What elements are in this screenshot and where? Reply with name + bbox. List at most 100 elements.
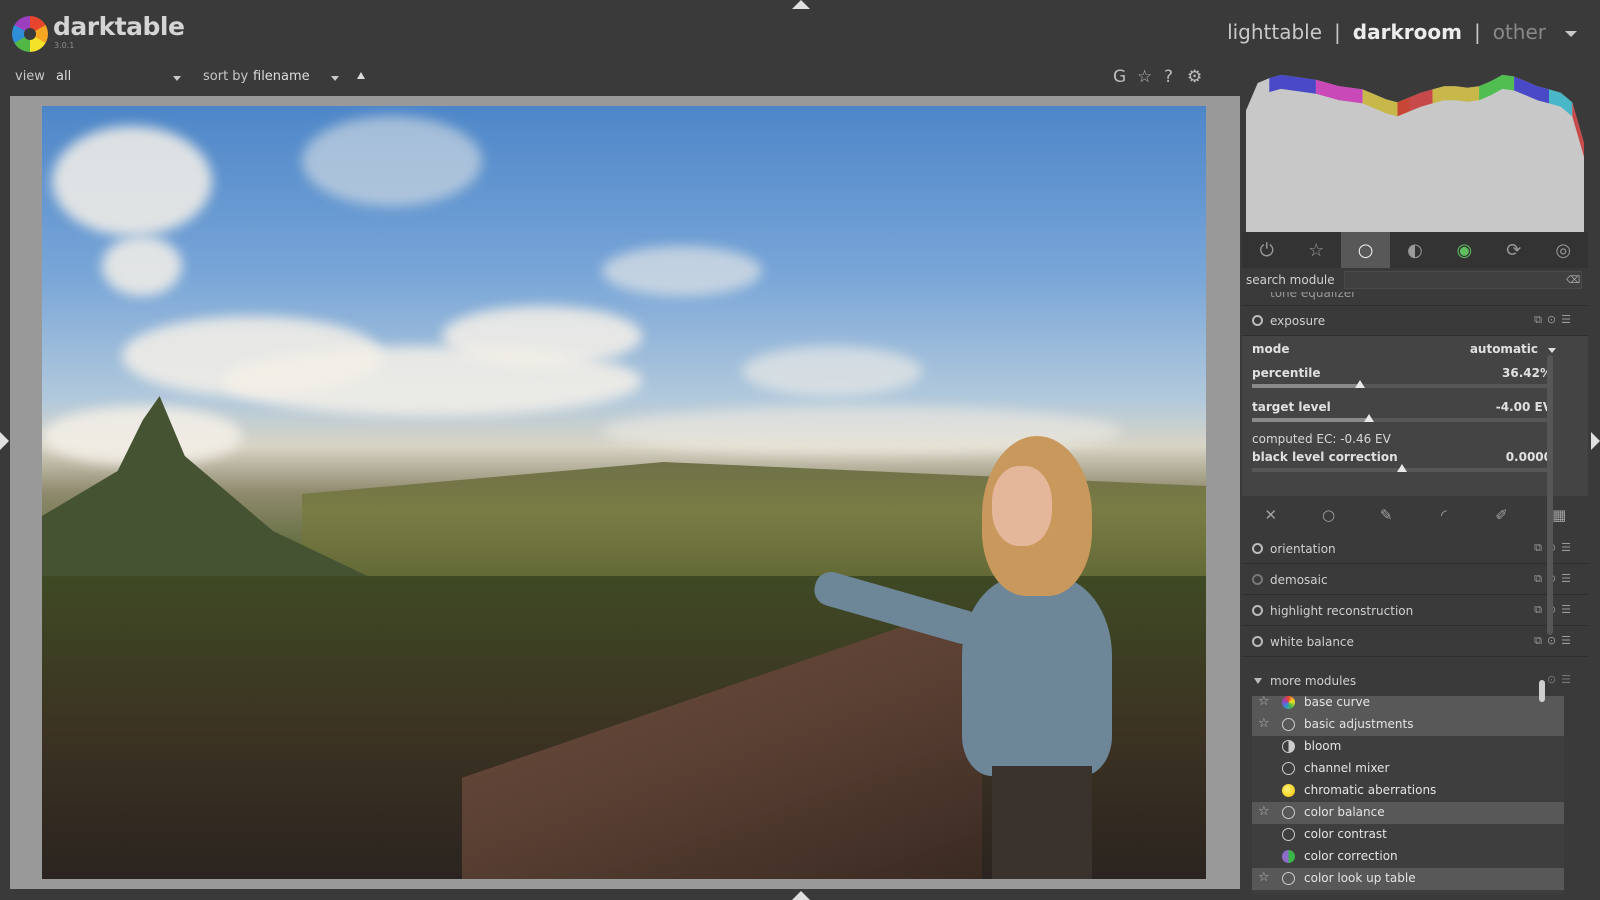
view-darkroom[interactable]: darkroom <box>1353 20 1462 44</box>
photo-canvas[interactable] <box>42 106 1206 879</box>
module-name: tone equalizer <box>1270 292 1357 300</box>
color-group-icon[interactable]: ◉ <box>1440 232 1489 268</box>
cloud <box>302 116 482 206</box>
favorite-star-icon[interactable]: ☆ <box>1258 716 1270 731</box>
module-name: exposure <box>1270 314 1326 328</box>
module-highlight-reconstruction[interactable]: highlight reconstruction ⧉⊙☰ <box>1242 596 1588 626</box>
view-other[interactable]: other <box>1493 20 1546 44</box>
view-separator: | <box>1334 20 1341 44</box>
sort-ascending-icon[interactable] <box>357 72 365 79</box>
power-icon[interactable]: ⏻ <box>1242 232 1291 268</box>
blend-drawn-parametric-icon[interactable]: ✐ <box>1473 500 1531 530</box>
black-level-value: 0.0000 <box>1505 450 1552 464</box>
mode-value[interactable]: automatic <box>1470 342 1538 356</box>
more-module-item[interactable]: chromatic aberrations <box>1252 780 1564 802</box>
clear-search-icon[interactable]: ⌫ <box>1566 275 1580 286</box>
black-level-label: black level correction <box>1252 450 1398 464</box>
search-module-input[interactable] <box>1344 271 1582 289</box>
chevron-down-icon[interactable] <box>1254 678 1262 684</box>
chevron-down-icon[interactable] <box>1548 348 1556 353</box>
more-module-item[interactable]: channel mixer <box>1252 758 1564 780</box>
more-module-item[interactable]: ☆ base curve <box>1252 696 1564 714</box>
help-icon[interactable]: ? <box>1164 67 1173 87</box>
blend-drawn-icon[interactable]: ✎ <box>1357 500 1415 530</box>
power-icon[interactable] <box>1252 574 1263 585</box>
woman-figure <box>810 436 1132 879</box>
basic-group-icon[interactable]: ○ <box>1340 232 1391 268</box>
more-module-item[interactable]: ☆ color look up table <box>1252 868 1564 890</box>
color-correction-icon <box>1282 850 1295 863</box>
sort-dropdown[interactable]: filename <box>253 69 310 84</box>
more-modules-list: ☆ base curve ☆ basic adjustments bloom channe… <box>1252 696 1564 894</box>
more-modules-scrollbar[interactable] <box>1539 680 1545 702</box>
slider-thumb[interactable] <box>1397 464 1407 472</box>
favorite-star-icon[interactable]: ☆ <box>1258 696 1270 709</box>
blend-parametric-icon[interactable]: ◜ <box>1415 500 1473 530</box>
module-white-balance[interactable]: white balance ⧉⊙☰ <box>1242 627 1588 657</box>
more-module-name: basic adjustments <box>1304 717 1414 731</box>
circle-icon <box>1282 806 1295 819</box>
bloom-icon <box>1282 740 1295 753</box>
more-module-item[interactable]: bloom <box>1252 736 1564 758</box>
slider-track[interactable] <box>1252 380 1552 388</box>
module-demosaic[interactable]: demosaic ⧉⊙☰ <box>1242 565 1588 595</box>
darktable-logo-icon <box>12 16 48 52</box>
top-panel-collapse-arrow-icon[interactable] <box>792 0 810 9</box>
cloud <box>52 126 212 236</box>
view-lighttable[interactable]: lighttable <box>1227 20 1322 44</box>
favorites-icon[interactable]: ☆ <box>1291 232 1340 268</box>
module-exposure[interactable]: exposure ⧉⊙☰ <box>1242 306 1588 336</box>
module-tools[interactable]: ⧉⊙☰ <box>1534 541 1576 555</box>
more-module-item[interactable]: color contrast <box>1252 824 1564 846</box>
module-orientation[interactable]: orientation ⧉⊙☰ <box>1242 534 1588 564</box>
blend-raster-icon[interactable]: ▦ <box>1530 500 1588 530</box>
grouping-icon[interactable]: G <box>1113 67 1126 87</box>
module-tools[interactable]: ⧉⊙☰ <box>1534 313 1576 327</box>
power-icon[interactable] <box>1252 543 1263 554</box>
more-modules-header[interactable]: more modules ⊙☰ <box>1242 666 1588 696</box>
favorite-star-icon[interactable]: ☆ <box>1258 804 1270 819</box>
more-module-item[interactable]: ☆ basic adjustments <box>1252 714 1564 736</box>
power-icon[interactable] <box>1252 315 1263 326</box>
module-tone-equalizer[interactable]: tone equalizer <box>1242 292 1588 306</box>
module-tools[interactable]: ⊙☰ <box>1547 673 1576 686</box>
correct-group-icon[interactable]: ⟳ <box>1489 232 1538 268</box>
view-dropdown-icon[interactable] <box>1565 31 1577 37</box>
slider-thumb[interactable] <box>1355 380 1365 388</box>
slider-track[interactable] <box>1252 464 1552 472</box>
cloud <box>102 236 182 296</box>
power-icon[interactable] <box>1252 636 1263 647</box>
slider-thumb[interactable] <box>1363 414 1374 422</box>
module-tools[interactable]: ⧉⊙☰ <box>1534 572 1576 586</box>
search-module-label: search module <box>1246 273 1335 287</box>
cloud <box>442 306 642 366</box>
right-panel: ⏻ ☆ ○ ◐ ◉ ⟳ ◎ search module ⌫ tone equalizer e… <box>1242 64 1588 900</box>
gear-icon[interactable]: ⚙ <box>1187 67 1202 87</box>
favorite-star-icon[interactable]: ☆ <box>1258 870 1270 885</box>
blend-uniform-icon[interactable]: ○ <box>1300 500 1358 530</box>
more-module-item[interactable]: ☆ color balance <box>1252 802 1564 824</box>
left-panel-expand-arrow-icon[interactable] <box>0 432 9 450</box>
slider-fill <box>1252 384 1360 388</box>
power-icon[interactable] <box>1252 605 1263 616</box>
module-tools[interactable]: ⧉⊙☰ <box>1534 634 1576 648</box>
face <box>992 466 1052 546</box>
effects-group-icon[interactable]: ◎ <box>1539 232 1588 268</box>
view-filter-dropdown[interactable]: all <box>56 69 71 84</box>
module-tools[interactable]: ⧉⊙☰ <box>1534 603 1576 617</box>
more-module-name: bloom <box>1304 739 1342 753</box>
view-separator: | <box>1473 20 1481 44</box>
right-panel-collapse-arrow-icon[interactable] <box>1591 432 1600 450</box>
tone-group-icon[interactable]: ◐ <box>1390 232 1439 268</box>
blend-off-icon[interactable]: ✕ <box>1242 500 1300 530</box>
chevron-down-icon[interactable] <box>173 76 181 81</box>
histogram[interactable] <box>1242 64 1588 232</box>
chevron-down-icon[interactable] <box>331 76 339 81</box>
more-module-item[interactable]: color correction <box>1252 846 1564 868</box>
panel-scrollbar[interactable] <box>1547 355 1553 635</box>
percentile-label: percentile <box>1252 366 1321 380</box>
bottom-panel-expand-arrow-icon[interactable] <box>792 891 810 900</box>
star-overlay-icon[interactable]: ☆ <box>1137 67 1152 87</box>
slider-track[interactable] <box>1252 414 1552 422</box>
more-module-name: color correction <box>1304 849 1398 863</box>
